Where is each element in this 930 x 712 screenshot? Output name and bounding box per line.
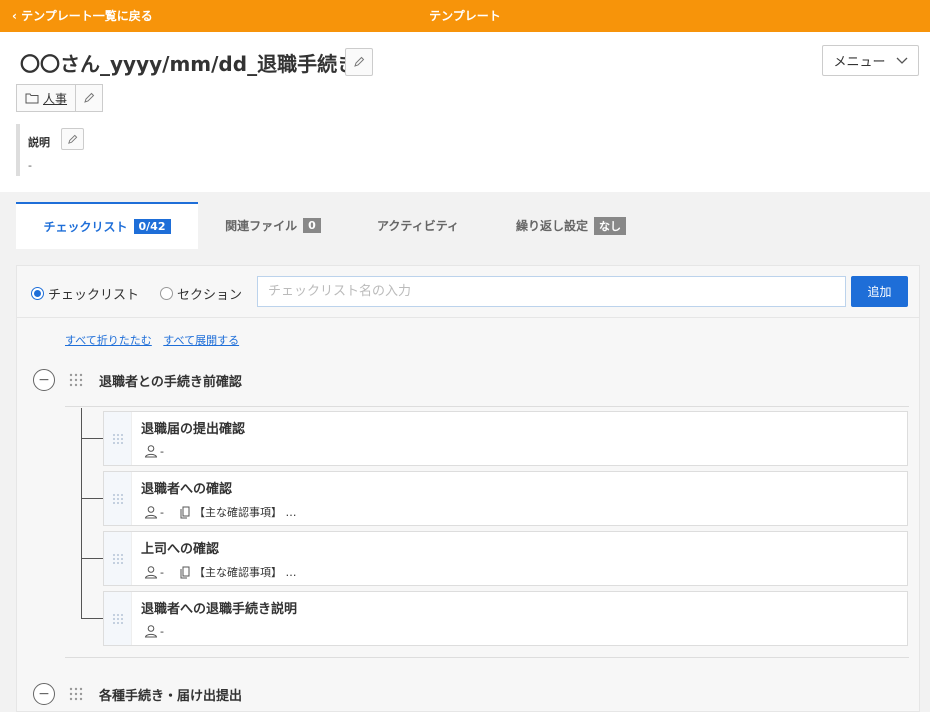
section-header: − 各種手続き・届け出提出 — [33, 680, 913, 708]
section-divider — [65, 657, 909, 658]
checklist-name-input[interactable] — [257, 276, 846, 307]
tab-activity[interactable]: アクティビティ — [348, 202, 488, 249]
drag-handle-icon[interactable] — [69, 373, 83, 387]
tab-label: 繰り返し設定 — [515, 219, 588, 233]
description-value: - — [28, 159, 32, 172]
description-label: 説明 — [28, 136, 50, 149]
tree-connector — [81, 438, 103, 439]
tab-related-files[interactable]: 関連ファイル 0 — [198, 202, 348, 249]
section-title: 退職者との手続き前確認 — [99, 374, 242, 390]
tab-repeat-settings[interactable]: 繰り返し設定 なし — [488, 202, 654, 249]
collapse-section-button[interactable]: − — [33, 369, 55, 391]
pencil-icon — [84, 92, 95, 103]
drag-handle-icon — [112, 553, 123, 564]
item-drag-handle[interactable] — [104, 592, 132, 645]
collapse-section-button[interactable]: − — [33, 683, 55, 705]
radio-section-label: セクション — [177, 288, 243, 303]
section-title: 各種手続き・届け出提出 — [99, 688, 243, 704]
files-count-badge: 0 — [303, 218, 321, 233]
expand-all-link[interactable]: すべて展開する — [163, 334, 239, 347]
template-header: 〇〇さん_yyyy/mm/dd_退職手続き メニュー 人事 説明 - — [0, 32, 930, 192]
top-bar-title: テンプレート — [429, 9, 501, 23]
drag-handle-icon — [112, 433, 123, 444]
radio-section[interactable]: セクション — [160, 284, 242, 303]
tree-connector — [81, 558, 103, 559]
item-title: 退職者への退職手続き説明 — [141, 602, 298, 617]
checklist-item[interactable]: 退職者への確認 - 【主な確認事項】 … — [103, 471, 908, 526]
item-assignee: - — [160, 565, 164, 579]
pencil-icon — [68, 134, 78, 144]
tree-connector — [81, 408, 82, 618]
item-assignee: - — [160, 444, 164, 458]
item-title: 退職届の提出確認 — [141, 422, 246, 437]
checklist-item[interactable]: 退職届の提出確認 - — [103, 411, 908, 466]
tab-label: チェックリスト — [43, 220, 128, 234]
item-assignee: - — [160, 505, 164, 519]
drag-handle-icon — [112, 613, 123, 624]
item-drag-handle[interactable] — [104, 472, 132, 525]
repeat-status-badge: なし — [594, 216, 626, 235]
menu-label: メニュー — [833, 55, 886, 70]
add-checklist-row: チェックリスト セクション 追加 — [17, 266, 919, 318]
add-button[interactable]: 追加 — [851, 276, 908, 307]
item-drag-handle[interactable] — [104, 412, 132, 465]
page-title: 〇〇さん_yyyy/mm/dd_退職手続き — [20, 52, 358, 76]
user-icon — [144, 506, 158, 519]
minus-icon: − — [38, 372, 50, 388]
user-icon — [144, 625, 158, 638]
description-bar — [16, 124, 20, 176]
drag-handle-icon — [112, 493, 123, 504]
folder-link[interactable]: 人事 — [17, 85, 77, 111]
item-meta: - 【主な確認事項】 … — [144, 504, 296, 520]
item-title: 退職者への確認 — [141, 482, 233, 497]
top-bar: ‹ テンプレート一覧に戻る テンプレート — [0, 0, 930, 32]
tree-connector — [81, 618, 103, 619]
item-note: 【主な確認事項】 … — [193, 506, 297, 519]
item-meta: - — [144, 444, 164, 458]
folder-label: 人事 — [43, 91, 68, 106]
drag-handle-icon[interactable] — [69, 687, 83, 701]
user-icon — [144, 445, 158, 458]
checklist-panel: チェックリスト セクション 追加 すべて折りたたむ すべて展開する − 退職者と… — [16, 265, 920, 712]
item-note: 【主な確認事項】 … — [193, 566, 297, 579]
chevron-down-icon — [896, 57, 907, 64]
edit-description-button[interactable] — [61, 128, 84, 150]
radio-selected-icon — [31, 287, 44, 300]
checklist-item[interactable]: 上司への確認 - 【主な確認事項】 … — [103, 531, 908, 586]
expand-collapse-links: すべて折りたたむ すべて展開する — [65, 332, 247, 348]
tab-label: アクティビティ — [377, 219, 459, 233]
document-icon — [180, 506, 190, 518]
item-title: 上司への確認 — [141, 542, 220, 557]
document-icon — [180, 566, 190, 578]
section-header: − 退職者との手続き前確認 — [33, 366, 913, 394]
item-meta: - 【主な確認事項】 … — [144, 564, 296, 580]
item-assignee: - — [160, 624, 164, 638]
tab-checklist[interactable]: チェックリスト 0/42 — [16, 202, 198, 249]
user-icon — [144, 566, 158, 579]
folder-icon — [25, 93, 39, 103]
minus-icon: − — [38, 686, 50, 702]
collapse-all-link[interactable]: すべて折りたたむ — [65, 334, 152, 347]
item-meta: - — [144, 624, 164, 638]
folder-tag: 人事 — [16, 84, 104, 112]
tree-connector — [81, 498, 103, 499]
radio-checklist[interactable]: チェックリスト — [31, 284, 139, 303]
section-divider — [65, 406, 909, 407]
item-drag-handle[interactable] — [104, 532, 132, 585]
radio-checklist-label: チェックリスト — [48, 288, 140, 303]
tab-label: 関連ファイル — [225, 219, 298, 233]
checklist-progress-badge: 0/42 — [133, 219, 171, 234]
edit-folder-button[interactable] — [76, 85, 102, 111]
pencil-icon — [354, 56, 365, 67]
edit-title-button[interactable] — [345, 48, 373, 76]
checklist-item[interactable]: 退職者への退職手続き説明 - — [103, 591, 908, 646]
menu-dropdown-button[interactable]: メニュー — [822, 45, 919, 76]
radio-unselected-icon — [160, 287, 173, 300]
